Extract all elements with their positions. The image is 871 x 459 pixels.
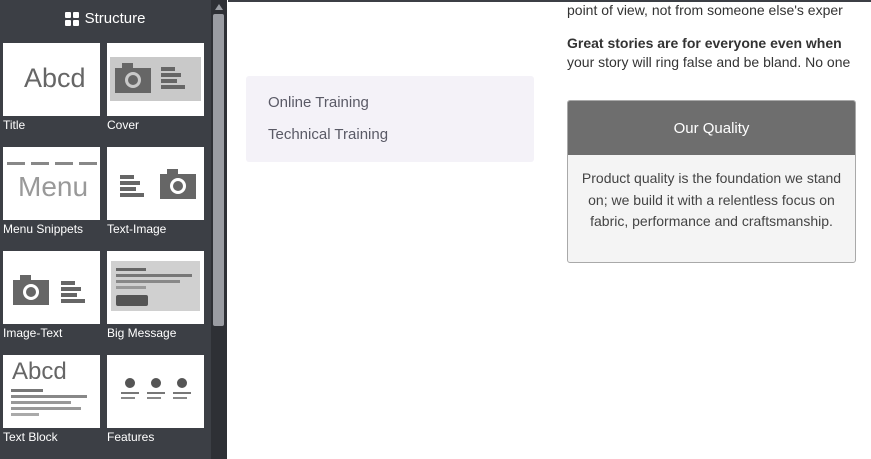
- training-menu: Online Training Technical Training: [246, 76, 534, 162]
- scrollbar-thumb[interactable]: [213, 14, 224, 326]
- snippet-text-image-thumbnail[interactable]: [107, 147, 204, 220]
- quality-card-body: Product quality is the foundation we sta…: [581, 170, 842, 229]
- snippet-text-image[interactable]: Text-Image: [107, 147, 206, 236]
- story-line: point of view, not from someone else's e…: [567, 2, 843, 18]
- snippet-image-text-thumbnail[interactable]: [3, 251, 100, 324]
- menu-text-icon: Menu: [18, 171, 89, 202]
- text-lines-icon: [120, 175, 144, 197]
- camera-icon: [115, 63, 151, 93]
- snippet-label: Text-Image: [107, 222, 167, 236]
- snippet-panel: Structure Abcd Title Cover Menu Menu Sni…: [0, 0, 227, 459]
- quality-card-header: Our Quality: [568, 101, 855, 155]
- technical-training-link[interactable]: Technical Training: [268, 126, 534, 158]
- message-lines-icon: [116, 268, 192, 306]
- snippet-menu-thumbnail[interactable]: Menu: [3, 147, 100, 220]
- snippet-text-block-thumbnail[interactable]: Abcd: [3, 355, 100, 428]
- features-icon: [121, 378, 191, 399]
- paragraph-lines-icon: [11, 389, 87, 416]
- grid-icon: [64, 11, 79, 26]
- snippet-big-message[interactable]: Big Message: [107, 251, 206, 340]
- text-lines-icon: [61, 281, 85, 303]
- camera-icon: [160, 169, 196, 199]
- snippet-cover[interactable]: Cover: [107, 43, 206, 132]
- scroll-up-arrow-icon[interactable]: [215, 4, 223, 10]
- snippet-big-message-thumbnail[interactable]: [107, 251, 204, 324]
- snippet-text-block[interactable]: Abcd Text Block: [3, 355, 102, 444]
- panel-header: Structure: [0, 0, 210, 37]
- snippet-title[interactable]: Abcd Title: [3, 43, 102, 132]
- snippet-label: Menu Snippets: [3, 222, 84, 236]
- abcd-text-icon: Abcd: [24, 63, 86, 93]
- snippet-features[interactable]: Features: [107, 355, 206, 444]
- snippet-label: Image-Text: [3, 326, 63, 340]
- story-line: your story will ring false and be bland.…: [567, 54, 851, 70]
- snippet-label: Text Block: [3, 430, 58, 444]
- text-lines-icon: [161, 67, 185, 89]
- panel-scrollbar[interactable]: [211, 0, 227, 459]
- snippet-label: Features: [107, 430, 155, 444]
- story-text: point of view, not from someone else's e…: [567, 0, 871, 80]
- dashes-icon: [7, 162, 97, 165]
- quality-card: Our Quality Product quality is the found…: [567, 100, 856, 263]
- snippet-image-text[interactable]: Image-Text: [3, 251, 102, 340]
- snippet-menu[interactable]: Menu Menu Snippets: [3, 147, 102, 236]
- snippet-label: Title: [3, 118, 26, 132]
- snippet-label: Cover: [107, 118, 140, 132]
- abcd-text-icon: Abcd: [12, 358, 67, 385]
- snippet-features-thumbnail[interactable]: [107, 355, 204, 428]
- snippet-title-thumbnail[interactable]: Abcd: [3, 43, 100, 116]
- story-heading: Great stories are for everyone even when: [567, 35, 842, 51]
- online-training-link[interactable]: Online Training: [268, 94, 534, 126]
- camera-icon: [13, 275, 49, 305]
- panel-title: Structure: [84, 10, 146, 27]
- snippet-cover-thumbnail[interactable]: [107, 43, 204, 116]
- snippet-label: Big Message: [107, 326, 177, 340]
